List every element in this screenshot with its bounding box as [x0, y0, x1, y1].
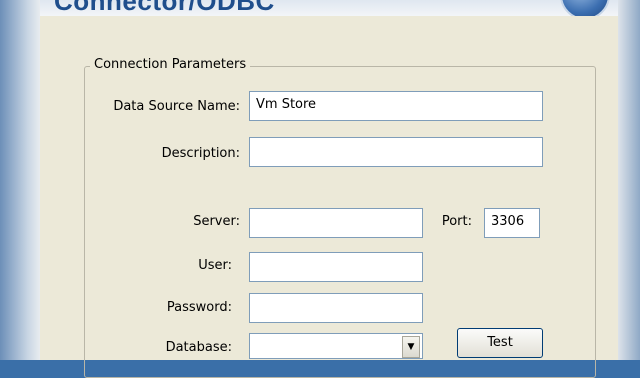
port-input[interactable]: 3306 — [484, 208, 540, 238]
description-label: Description: — [161, 146, 240, 161]
database-select[interactable]: ▼ — [249, 333, 423, 359]
user-input[interactable] — [249, 252, 423, 282]
test-button[interactable]: Test — [457, 328, 543, 358]
password-label: Password: — [166, 300, 232, 315]
mysql-logo-icon — [560, 0, 610, 16]
odbc-config-dialog: Connector/ODBC Connection Parameters Dat… — [40, 0, 618, 378]
user-label: User: — [198, 258, 232, 273]
server-input[interactable] — [249, 208, 423, 238]
dialog-banner: Connector/ODBC — [40, 0, 618, 16]
password-input[interactable] — [249, 293, 423, 323]
database-label: Database: — [165, 340, 232, 355]
background-window-left — [0, 0, 40, 360]
port-label: Port: — [441, 214, 472, 229]
banner-title: Connector/ODBC — [54, 0, 275, 16]
description-input[interactable] — [249, 137, 543, 167]
server-label: Server: — [193, 214, 240, 229]
group-title: Connection Parameters — [90, 57, 251, 72]
chevron-down-icon[interactable]: ▼ — [402, 336, 420, 358]
dsn-input[interactable]: Vm Store — [249, 91, 543, 121]
dsn-label: Data Source Name: — [113, 99, 240, 114]
background-window-right — [618, 0, 640, 360]
